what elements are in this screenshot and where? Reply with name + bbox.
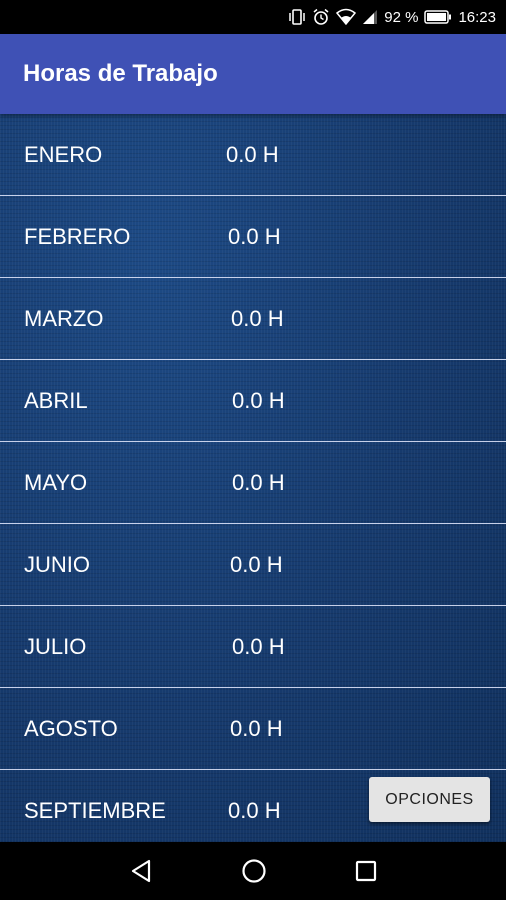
month-label: ENERO <box>24 142 103 167</box>
month-hours: 0.0 H <box>232 388 285 413</box>
vibrate-icon <box>288 8 306 26</box>
month-hours: 0.0 H <box>230 552 283 577</box>
month-label: MARZO <box>24 306 104 331</box>
month-row-mayo[interactable]: MAYO 0.0 H <box>0 442 506 524</box>
month-row-abril[interactable]: ABRIL 0.0 H <box>0 360 506 442</box>
recents-icon[interactable] <box>351 856 381 886</box>
battery-icon <box>424 9 452 25</box>
home-icon[interactable] <box>239 856 269 886</box>
signal-icon <box>362 9 378 25</box>
month-label: JUNIO <box>24 552 90 577</box>
month-hours: 0.0 H <box>228 224 281 249</box>
month-hours: 0.0 H <box>226 142 279 167</box>
page-title: Horas de Trabajo <box>23 60 218 87</box>
month-row-junio[interactable]: JUNIO 0.0 H <box>0 524 506 606</box>
month-label: ABRIL <box>24 388 88 413</box>
app-bar: Horas de Trabajo <box>0 34 506 114</box>
wifi-icon <box>336 8 357 26</box>
month-hours: 0.0 H <box>230 716 283 741</box>
battery-percent: 92 % <box>384 8 419 26</box>
clock: 16:23 <box>458 8 496 26</box>
month-row-enero[interactable]: ENERO 0.0 H <box>0 114 506 196</box>
month-label: AGOSTO <box>24 716 118 741</box>
status-bar: 92 % 16:23 <box>0 0 506 34</box>
month-hours: 0.0 H <box>232 470 285 495</box>
alarm-icon <box>312 8 330 26</box>
options-button[interactable]: OPCIONES <box>369 777 490 822</box>
back-icon[interactable] <box>127 856 157 886</box>
month-row-julio[interactable]: JULIO 0.0 H <box>0 606 506 688</box>
month-row-marzo[interactable]: MARZO 0.0 H <box>0 278 506 360</box>
month-hours: 0.0 H <box>231 306 284 331</box>
month-label: MAYO <box>24 470 88 495</box>
month-hours: 0.0 H <box>232 634 285 659</box>
navigation-bar <box>0 842 506 900</box>
month-list: ENERO 0.0 H FEBRERO 0.0 H MARZO 0.0 H AB… <box>0 114 506 842</box>
month-label: SEPTIEMBRE <box>24 798 166 823</box>
month-label: JULIO <box>24 634 87 659</box>
month-hours: 0.0 H <box>228 798 281 823</box>
month-row-febrero[interactable]: FEBRERO 0.0 H <box>0 196 506 278</box>
month-row-agosto[interactable]: AGOSTO 0.0 H <box>0 688 506 770</box>
month-label: FEBRERO <box>24 224 131 249</box>
